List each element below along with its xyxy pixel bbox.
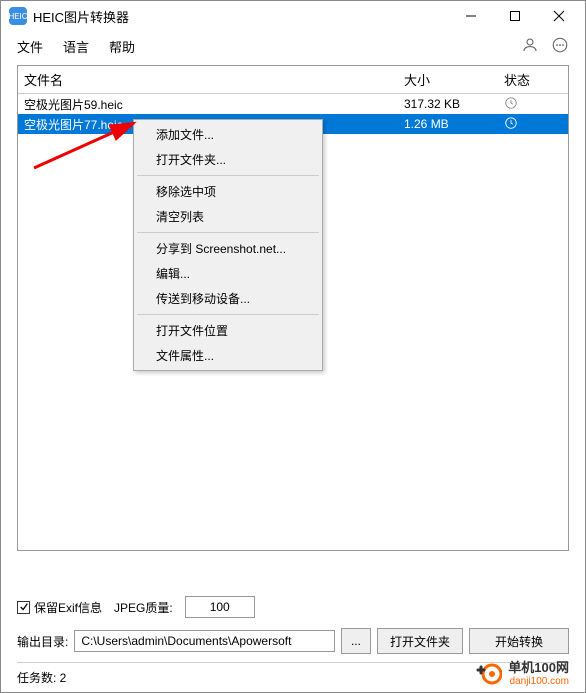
ctx-add-file[interactable]: 添加文件... [136, 122, 320, 147]
ctx-share[interactable]: 分享到 Screenshot.net... [136, 236, 320, 261]
menu-help[interactable]: 帮助 [109, 37, 135, 56]
jpeg-quality-label: JPEG质量: [114, 599, 173, 616]
cell-status [498, 112, 568, 137]
ctx-clear-list[interactable]: 清空列表 [136, 204, 320, 229]
app-title: HEIC图片转换器 [33, 7, 449, 26]
ctx-open-location[interactable]: 打开文件位置 [136, 318, 320, 343]
ctx-send-mobile[interactable]: 传送到移动设备... [136, 286, 320, 311]
ctx-remove-selected[interactable]: 移除选中项 [136, 179, 320, 204]
watermark-main: 单机100网 [508, 660, 569, 676]
menu-language[interactable]: 语言 [63, 37, 89, 56]
separator [137, 175, 319, 176]
header-status[interactable]: 状态 [498, 66, 568, 93]
ctx-properties[interactable]: 文件属性... [136, 343, 320, 368]
ctx-open-folder[interactable]: 打开文件夹... [136, 147, 320, 172]
jpeg-quality-input[interactable] [185, 596, 255, 618]
separator [137, 314, 319, 315]
start-convert-button[interactable]: 开始转换 [469, 628, 569, 654]
output-dir-label: 输出目录: [17, 633, 68, 650]
open-folder-button[interactable]: 打开文件夹 [377, 628, 463, 654]
checkbox-icon [17, 601, 30, 614]
window-controls [449, 2, 581, 30]
clock-icon [504, 96, 518, 110]
maximize-button[interactable] [493, 2, 537, 30]
separator [137, 232, 319, 233]
header-size[interactable]: 大小 [398, 66, 498, 93]
cell-size: 1.26 MB [398, 113, 498, 135]
cell-size: 317.32 KB [398, 93, 498, 115]
clock-icon [504, 116, 518, 130]
menu-file[interactable]: 文件 [17, 37, 43, 56]
watermark-sub: danji100.com [508, 676, 569, 688]
watermark: 单机100网 danji100.com [474, 660, 569, 688]
bottom-panel: 保留Exif信息 JPEG质量: 输出目录: ... 打开文件夹 开始转换 任务… [1, 588, 585, 692]
feedback-icon[interactable] [551, 36, 569, 57]
list-header: 文件名 大小 状态 [18, 66, 568, 94]
task-count: 任务数: 2 [17, 669, 66, 686]
minimize-button[interactable] [449, 2, 493, 30]
output-path-input[interactable] [74, 630, 335, 652]
ctx-edit[interactable]: 编辑... [136, 261, 320, 286]
user-icon[interactable] [521, 36, 539, 57]
menubar: 文件 语言 帮助 [1, 31, 585, 61]
app-icon: HEIC [9, 7, 27, 25]
watermark-logo-icon [474, 660, 502, 688]
keep-exif-label: 保留Exif信息 [34, 599, 102, 616]
header-filename[interactable]: 文件名 [18, 66, 398, 93]
context-menu: 添加文件... 打开文件夹... 移除选中项 清空列表 分享到 Screensh… [133, 119, 323, 371]
close-button[interactable] [537, 2, 581, 30]
browse-button[interactable]: ... [341, 628, 371, 654]
titlebar: HEIC HEIC图片转换器 [1, 1, 585, 31]
keep-exif-option[interactable]: 保留Exif信息 [17, 599, 102, 616]
